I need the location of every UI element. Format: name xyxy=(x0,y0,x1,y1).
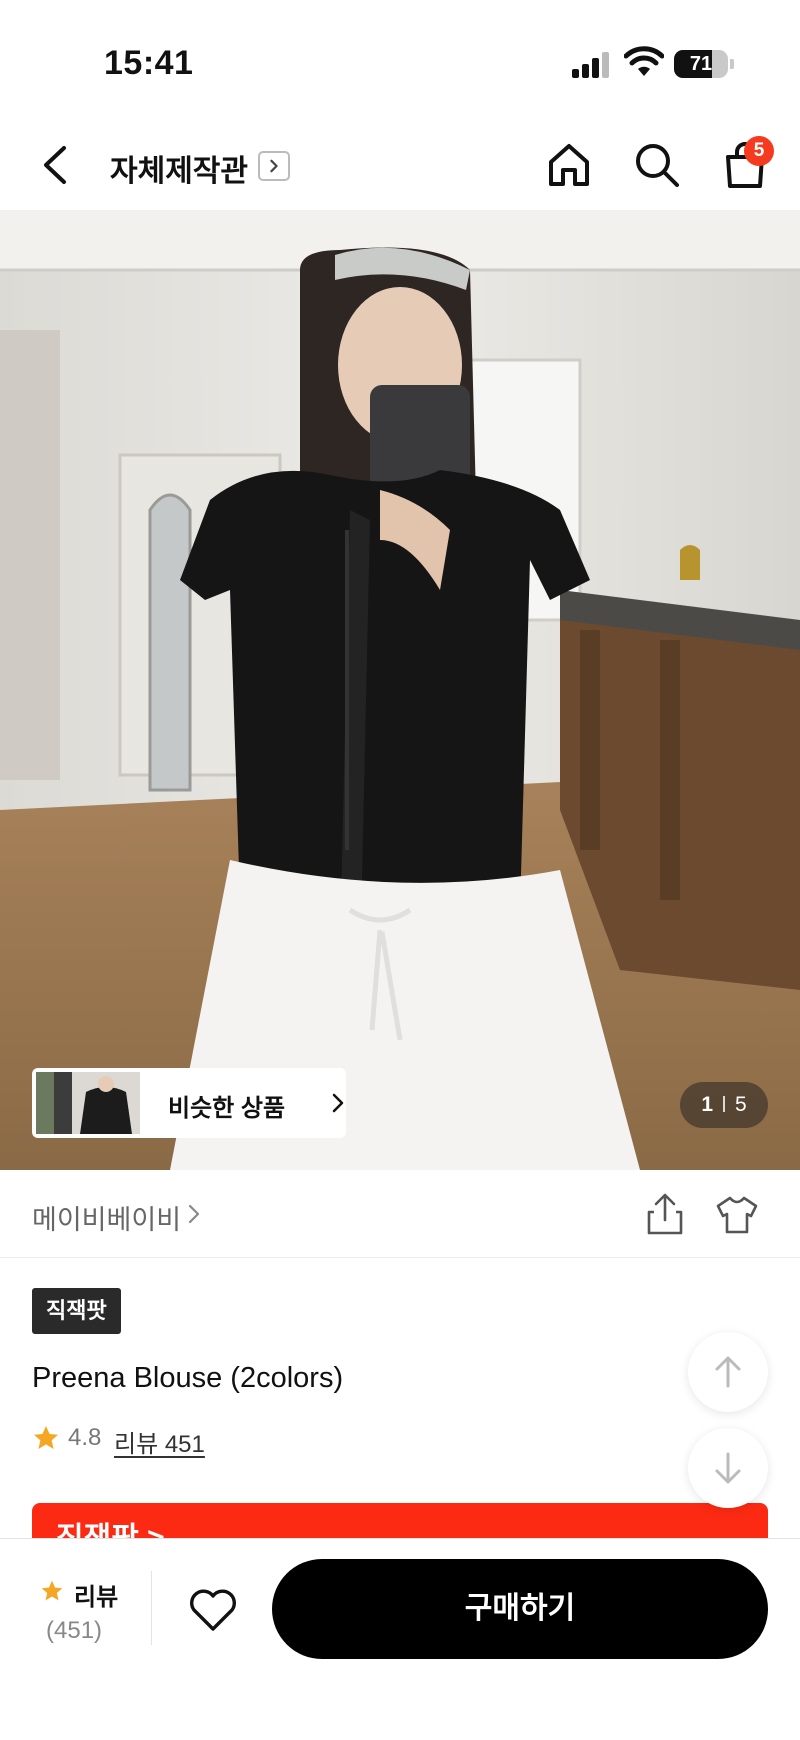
image-page-current: 1 xyxy=(701,1093,713,1116)
image-page-total: 5 xyxy=(735,1093,747,1116)
divider xyxy=(151,1571,152,1645)
arrow-up-icon xyxy=(715,1356,741,1388)
home-icon[interactable] xyxy=(544,140,594,190)
chevron-right-icon[interactable] xyxy=(258,151,290,181)
status-time: 15:41 xyxy=(104,44,194,82)
arrow-down-icon xyxy=(715,1452,741,1484)
product-photo xyxy=(0,210,800,1170)
scroll-up-button[interactable] xyxy=(688,1332,768,1412)
cellular-signal-icon xyxy=(572,50,612,78)
battery-icon: 71 xyxy=(674,50,728,78)
status-bar: 15:41 71 xyxy=(0,0,800,120)
brand-link[interactable]: 메이비베이비 xyxy=(32,1198,181,1237)
bottom-review-label[interactable]: 리뷰 xyxy=(74,1577,118,1612)
promo-badge: 직잭팟 xyxy=(32,1288,121,1334)
top-nav: 자체제작관 xyxy=(0,120,800,210)
search-icon[interactable] xyxy=(632,140,682,190)
chevron-left-icon[interactable] xyxy=(34,142,80,188)
chevron-right-icon[interactable] xyxy=(186,1202,202,1226)
battery-percent: 71 xyxy=(689,53,713,75)
share-icon[interactable] xyxy=(644,1192,686,1236)
bottom-action-bar: 리뷰 (451) 구매하기 xyxy=(0,1538,800,1740)
star-icon xyxy=(41,1580,63,1601)
chevron-right-icon xyxy=(332,1093,344,1113)
battery-tip xyxy=(730,59,734,69)
cart-count-badge: 5 xyxy=(744,136,774,166)
star-icon xyxy=(34,1426,58,1449)
review-link[interactable]: 리뷰 451 xyxy=(114,1424,205,1459)
similar-products-label: 비슷한 상품 xyxy=(168,1095,286,1122)
shop-title[interactable]: 자체제작관 xyxy=(110,146,248,190)
brand-row: 메이비베이비 xyxy=(0,1170,800,1258)
product-image-gallery[interactable] xyxy=(0,210,800,1170)
rating-value: 4.8 xyxy=(68,1424,102,1451)
similar-product-thumbnails xyxy=(36,1072,140,1134)
product-name: Preena Blouse (2colors) xyxy=(32,1362,344,1394)
wifi-icon xyxy=(624,46,664,76)
bottom-review-count[interactable]: (451) xyxy=(46,1617,102,1645)
tshirt-fit-icon[interactable] xyxy=(714,1192,760,1236)
buy-button[interactable]: 구매하기 xyxy=(272,1559,768,1659)
promo-banner[interactable]: 직잭팟 > xyxy=(32,1503,768,1539)
heart-icon[interactable] xyxy=(188,1585,238,1635)
image-page-counter: 15 xyxy=(680,1082,768,1128)
scroll-down-button[interactable] xyxy=(688,1428,768,1508)
similar-products-button[interactable]: 비슷한 상품 xyxy=(32,1068,346,1138)
promo-banner-text: 직잭팟 > xyxy=(56,1522,165,1539)
